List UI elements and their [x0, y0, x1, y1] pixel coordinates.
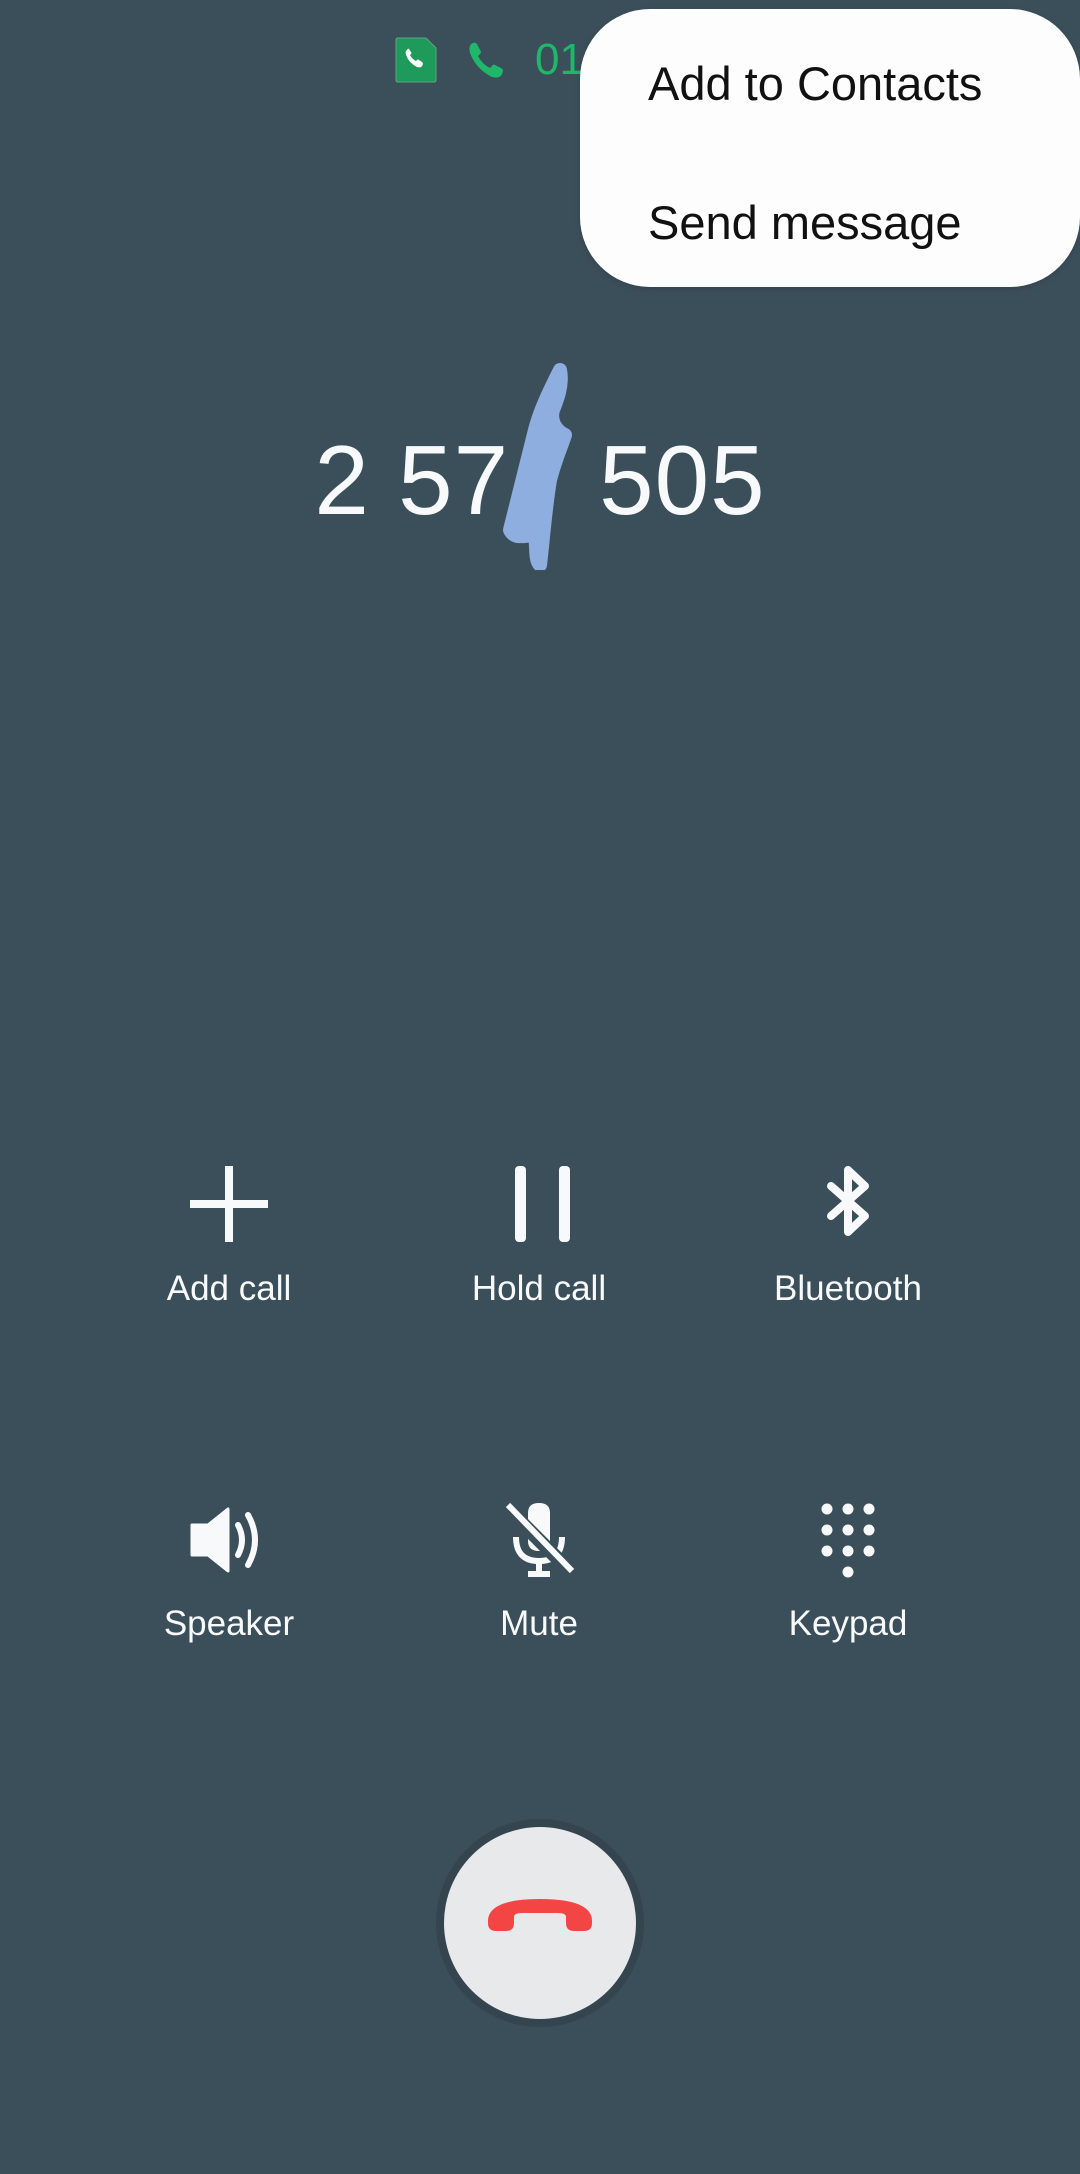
add-call-button[interactable]: Add call: [99, 1160, 359, 1330]
phone-icon: [469, 42, 503, 78]
redaction-scribble: [503, 363, 572, 570]
speaker-button[interactable]: Speaker: [99, 1495, 359, 1665]
speaker-label: Speaker: [163, 1604, 295, 1643]
add-call-label: Add call: [166, 1269, 292, 1308]
mic-off-icon: [501, 1502, 577, 1578]
bluetooth-button[interactable]: Bluetooth: [718, 1160, 978, 1330]
call-timer: 01: [535, 35, 584, 84]
bluetooth-label: Bluetooth: [774, 1269, 922, 1308]
bluetooth-icon: [827, 1166, 869, 1236]
mute-label: Mute: [500, 1604, 578, 1643]
dialpad-icon: [821, 1503, 875, 1578]
sim-card-phone-icon: [395, 37, 437, 83]
hold-call-button[interactable]: Hold call: [409, 1160, 669, 1330]
keypad-label: Keypad: [788, 1604, 908, 1643]
menu-item-label: Add to Contacts: [648, 57, 983, 110]
speaker-icon: [190, 1507, 258, 1573]
pause-icon: [515, 1166, 570, 1242]
menu-item-send-message[interactable]: Send message: [580, 148, 1080, 287]
overflow-menu: Add to Contacts Send message: [580, 9, 1080, 287]
menu-item-label: Send message: [648, 196, 962, 249]
end-call-button[interactable]: [444, 1827, 636, 2019]
phone-number-suffix: 505: [599, 425, 766, 535]
plus-icon: [190, 1166, 268, 1242]
keypad-button[interactable]: Keypad: [718, 1495, 978, 1665]
mute-button[interactable]: Mute: [409, 1495, 669, 1665]
menu-item-add-to-contacts[interactable]: Add to Contacts: [580, 9, 1080, 148]
call-end-icon: [487, 1899, 593, 1931]
phone-number-prefix: 2 57: [314, 425, 510, 535]
hold-call-label: Hold call: [471, 1269, 607, 1308]
